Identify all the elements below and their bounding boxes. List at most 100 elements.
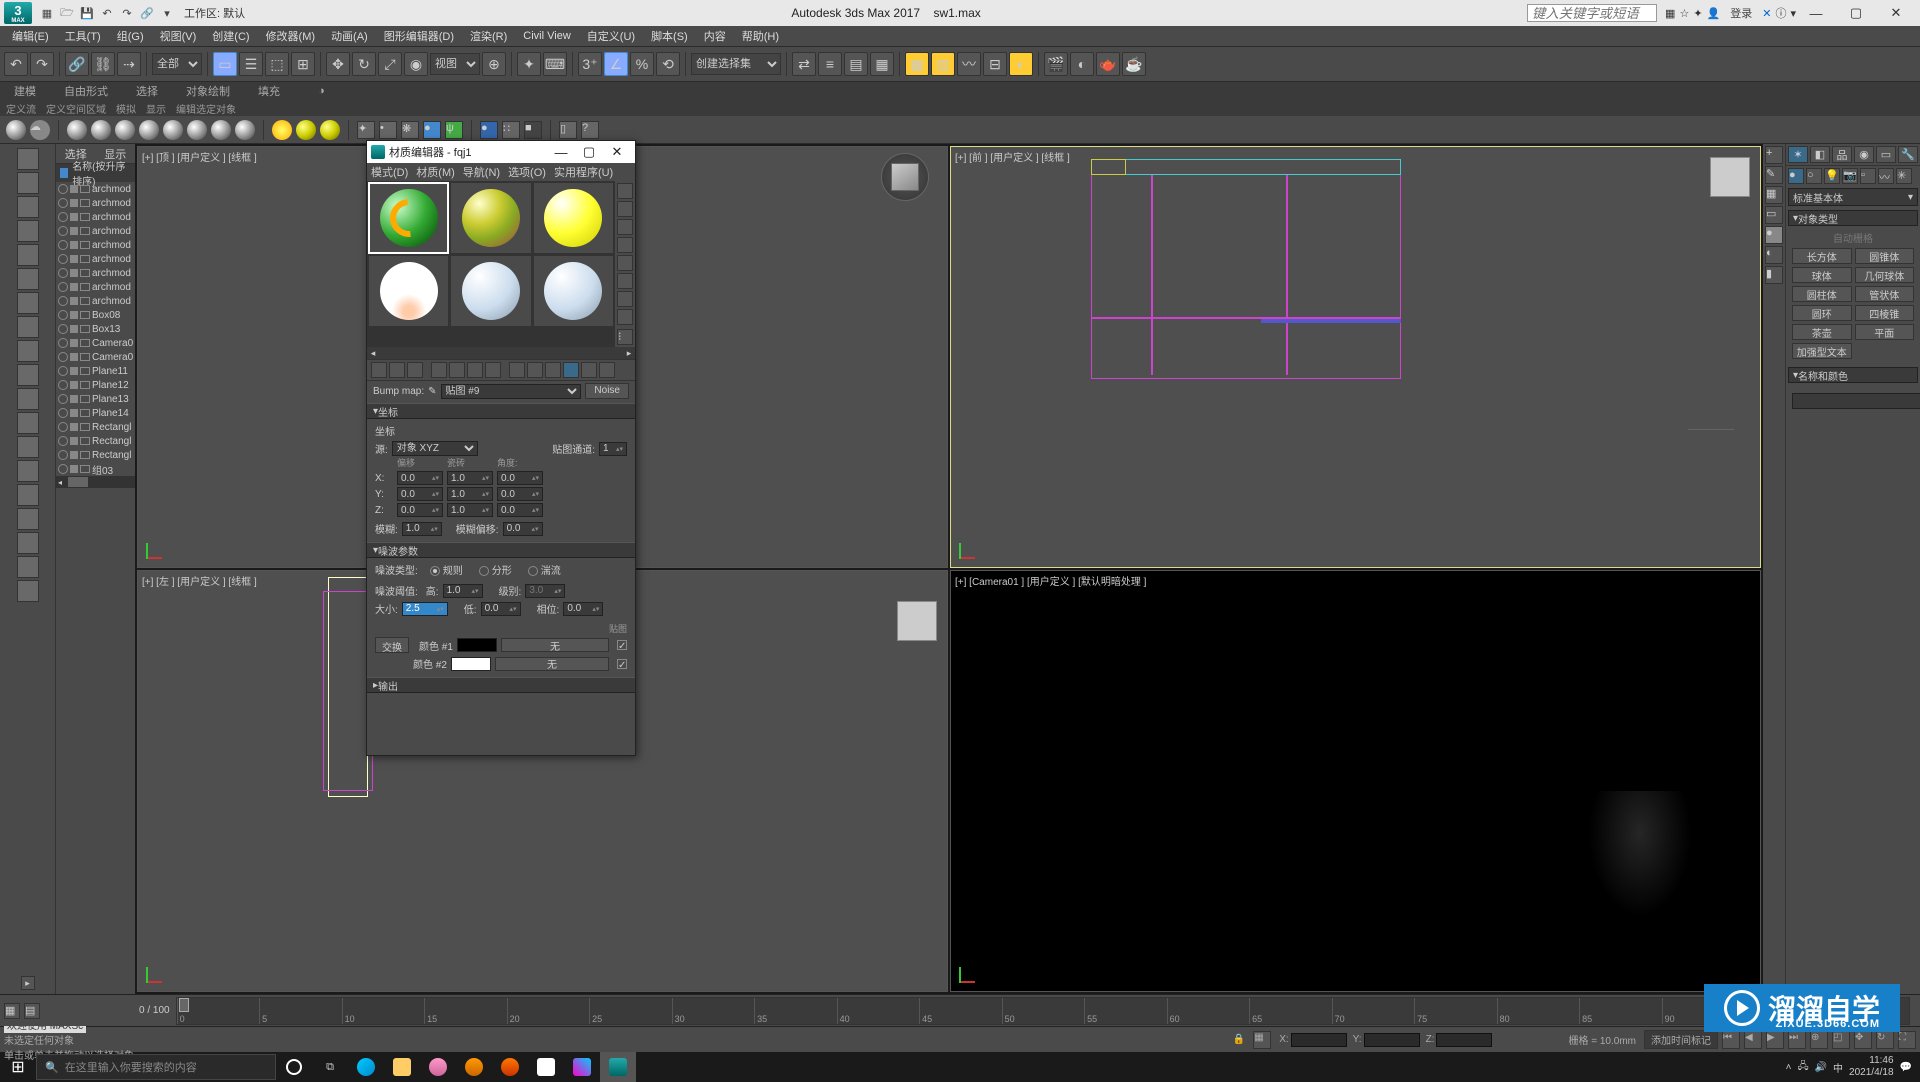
scene-item[interactable]: archmod [56,182,135,196]
freeze-icon[interactable] [70,409,78,417]
freeze-icon[interactable] [70,227,78,235]
app1-icon[interactable] [420,1052,456,1082]
lt-12-icon[interactable] [17,436,39,458]
visibility-icon[interactable] [58,450,68,460]
part3-icon[interactable]: ❋ [401,121,419,139]
menu-help[interactable]: 帮助(H) [736,28,785,44]
scene-item[interactable]: Plane13 [56,392,135,406]
space-icon[interactable]: 〰 [1878,168,1894,184]
lt-16-icon[interactable] [17,532,39,554]
tab-modeling[interactable]: 建模 [0,83,50,99]
lt-1-icon[interactable] [17,172,39,194]
menu-views[interactable]: 视图(V) [154,28,203,44]
category-dropdown[interactable]: 标准基本体▾ [1788,188,1918,206]
scene-item[interactable]: Box08 [56,308,135,322]
freeze-icon[interactable] [70,213,78,221]
qat-more-icon[interactable]: ▾ [158,4,176,22]
source-dropdown[interactable]: 对象 XYZ [392,441,478,456]
scene-item[interactable]: Camera0 [56,350,135,364]
phase-spinner[interactable]: 0.0▴▾ [563,602,603,616]
menu-animation[interactable]: 动画(A) [325,28,374,44]
visibility-icon[interactable] [58,198,68,208]
freeze-icon[interactable] [70,325,78,333]
freeze-icon[interactable] [70,311,78,319]
visibility-icon[interactable] [58,310,68,320]
anim1-icon[interactable]: ⏮ [1722,1031,1740,1049]
mat-ed-icon[interactable]: ◐ [1009,52,1033,76]
coord-spinner[interactable]: 0.0▴▾ [397,503,443,517]
menu-customize[interactable]: 自定义(U) [581,28,641,44]
visibility-icon[interactable] [58,380,68,390]
explorer-icon[interactable] [384,1052,420,1082]
mat-slot-scroll[interactable]: ◂▸ [367,347,635,359]
nav1-icon[interactable]: ⊕ [1810,1031,1828,1049]
rs-4-icon[interactable]: ▭ [1765,206,1783,224]
nav4-icon[interactable]: ↻ [1876,1031,1894,1049]
objtype-button[interactable]: 加强型文本 [1792,343,1852,359]
vp-top-label[interactable]: [+] [顶 ] [用户定义 ] [线框 ] [142,149,257,164]
scene-item[interactable]: Rectangl [56,434,135,448]
mirror-icon[interactable]: ⇄ [792,52,816,76]
lt-11-icon[interactable] [17,412,39,434]
color2-check[interactable]: ✓ [617,659,627,669]
objtype-button[interactable]: 长方体 [1792,248,1852,264]
mt5-icon[interactable] [449,362,465,378]
plane-icon[interactable] [235,120,255,140]
star2-icon[interactable]: ✦ [1693,7,1702,20]
lt-9-icon[interactable] [17,364,39,386]
y-input[interactable] [1364,1033,1420,1047]
tab-toggle-icon[interactable]: ◑ [304,85,339,97]
lt-4-icon[interactable] [17,244,39,266]
cloud-icon[interactable]: ☁ [30,120,50,140]
visibility-icon[interactable] [58,240,68,250]
nav3-icon[interactable]: ✥ [1854,1031,1872,1049]
mat-title-bar[interactable]: 材质编辑器 - fqj1 — ▢ ✕ [367,141,635,163]
geom-icon[interactable]: ● [1788,168,1804,184]
visibility-icon[interactable] [58,436,68,446]
color1-swatch[interactable] [457,638,497,652]
tray-ime-icon[interactable]: 中 [1833,1060,1843,1075]
menu-graph[interactable]: 图形编辑器(D) [378,28,460,44]
link-icon[interactable]: 🔗 [65,52,89,76]
rs-3-icon[interactable]: ▦ [1765,186,1783,204]
selection-filter[interactable]: 全部 [152,53,202,75]
scale-icon[interactable]: ⤢ [378,52,402,76]
visibility-icon[interactable] [58,352,68,362]
mat-side1-icon[interactable] [617,183,633,199]
redo-icon[interactable]: ↷ [30,52,54,76]
scene-item[interactable]: archmod [56,224,135,238]
rotate-icon[interactable]: ↻ [352,52,376,76]
mat-minimize-button[interactable]: — [547,145,575,160]
pyr-icon[interactable] [211,120,231,140]
objtype-button[interactable]: 平面 [1855,324,1915,340]
menu-content[interactable]: 内容 [698,28,732,44]
menu-tools[interactable]: 工具(T) [59,28,107,44]
mt13-icon[interactable] [599,362,615,378]
coord-spinner[interactable]: 1.0▴▾ [447,503,493,517]
low-spinner[interactable]: 0.0▴▾ [481,602,521,616]
freeze-icon[interactable] [70,297,78,305]
qat-open-icon[interactable]: 🗁 [58,4,76,22]
scene-item[interactable]: archmod [56,238,135,252]
scene-sort-header[interactable]: 名称(按升序排序) [56,164,135,182]
motion-tab-icon[interactable]: ◉ [1854,146,1874,163]
visibility-icon[interactable] [58,282,68,292]
app4-icon[interactable] [564,1052,600,1082]
scene-item[interactable]: Box13 [56,322,135,336]
rollout-header[interactable]: ▾ 噪波参数 [367,542,635,558]
layer2-icon[interactable]: ▦ [870,52,894,76]
rs-5-icon[interactable]: ● [1765,226,1783,244]
align-icon[interactable]: ≡ [818,52,842,76]
objtype-button[interactable]: 圆柱体 [1792,286,1852,302]
rollout-header[interactable]: ▾ 坐标 [367,403,635,419]
anim2-icon[interactable]: ◀ [1744,1031,1762,1049]
mat-menu-options[interactable]: 选项(O) [508,164,546,180]
coord-spinner[interactable]: 0.0▴▾ [397,471,443,485]
lt-14-icon[interactable] [17,484,39,506]
lt-3-icon[interactable] [17,220,39,242]
system-tray[interactable]: ˄ 🖧 🔊 中 11:46 2021/4/18 💬 [1778,1055,1920,1079]
freeze-icon[interactable] [70,283,78,291]
coord-spinner[interactable]: 1.0▴▾ [447,487,493,501]
part1-icon[interactable]: ✦ [357,121,375,139]
visibility-icon[interactable] [58,268,68,278]
